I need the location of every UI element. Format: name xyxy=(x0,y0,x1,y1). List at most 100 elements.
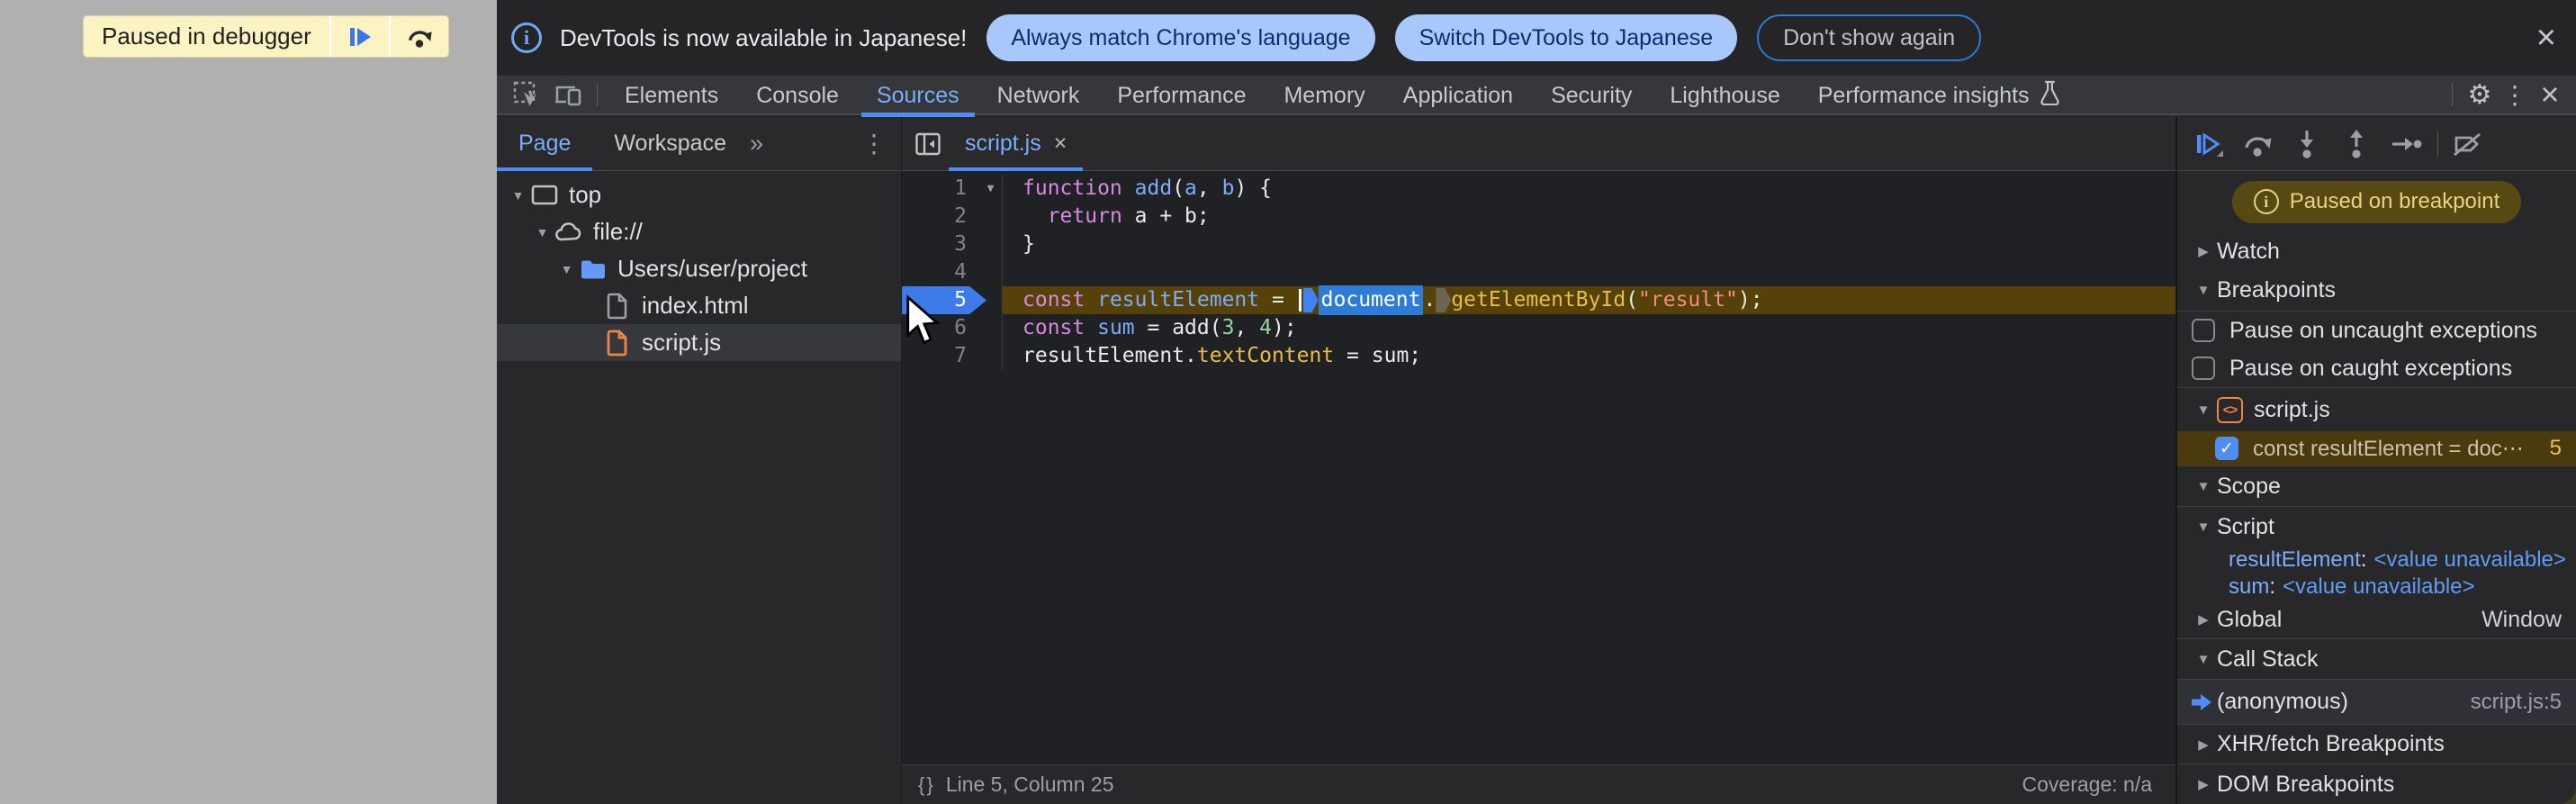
navigator-more-options-icon[interactable]: ⋮ xyxy=(861,129,887,158)
step-into-button[interactable] xyxy=(2289,126,2325,162)
deactivate-breakpoints-button[interactable] xyxy=(2449,126,2485,162)
code-line-7[interactable]: 7 resultElement. textContent = sum; xyxy=(902,342,2175,370)
checkbox-row-pause-on-uncaught-exceptions[interactable]: Pause on uncaught exceptions xyxy=(2177,312,2576,349)
xhr-breakpoints-section-header[interactable]: ▶ XHR/fetch Breakpoints xyxy=(2177,725,2576,764)
infobar-close-icon[interactable]: × xyxy=(2536,21,2556,55)
more-options-icon[interactable]: ⋮ xyxy=(2499,80,2531,110)
pretty-print-icon[interactable]: { } xyxy=(918,773,933,797)
gutter-line-number[interactable]: 2 xyxy=(902,203,979,230)
call-stack-section-header[interactable]: ▼ Call Stack xyxy=(2177,638,2576,680)
dont-show-again-button[interactable]: Don't show again xyxy=(1757,14,1982,61)
script-file-icon: <> xyxy=(2217,396,2243,423)
chevron-down-icon: ▼ xyxy=(2196,651,2211,667)
checkbox[interactable] xyxy=(2192,319,2215,342)
call-stack-frame[interactable]: (anonymous) script.js:5 xyxy=(2177,680,2576,725)
tab-sources[interactable]: Sources xyxy=(858,76,978,117)
tree-item-index-html[interactable]: index.html xyxy=(497,287,901,324)
code-text[interactable]: } xyxy=(1003,230,2175,258)
tab-label: Memory xyxy=(1283,82,1365,108)
match-chrome-language-button[interactable]: Always match Chrome's language xyxy=(986,14,1375,61)
code-line-3[interactable]: 3} xyxy=(902,230,2175,258)
close-devtools-icon[interactable]: × xyxy=(2531,76,2569,113)
tab-workspace[interactable]: Workspace xyxy=(592,117,748,170)
call-stack-label: Call Stack xyxy=(2217,646,2319,672)
step-over-button[interactable] xyxy=(2239,126,2275,162)
code-text[interactable] xyxy=(1003,258,2175,286)
breakpoint-checkbox[interactable]: ✓ xyxy=(2215,437,2238,460)
line-number[interactable]: 4 xyxy=(902,258,979,286)
code-text[interactable]: const sum = add(3, 4); xyxy=(1003,314,2175,342)
paused-in-debugger-banner: Paused in debugger xyxy=(83,15,449,58)
code-line-5[interactable]: 5 const resultElement = document. getEleme… xyxy=(902,285,2175,315)
line-number[interactable]: 3 xyxy=(902,230,979,258)
breakpoint-entry[interactable]: ✓ const resultElement = doc⋯ 5 xyxy=(2177,431,2576,465)
scope-tree: ▼ Script resultElement: <value unavailable>… xyxy=(2177,507,2576,638)
tab-performance[interactable]: Performance xyxy=(1098,76,1265,115)
gutter-line-number[interactable]: 4 xyxy=(902,258,979,286)
fold-arrow-icon[interactable]: ▼ xyxy=(979,175,1003,203)
watch-section-header[interactable]: ▶ Watch xyxy=(2177,232,2576,270)
tree-item-script-js[interactable]: script.js xyxy=(497,324,901,361)
more-tabs-icon[interactable]: » xyxy=(750,130,763,158)
tree-item-label: Users/user/project xyxy=(617,255,807,282)
tree-item-top[interactable]: ▼ top xyxy=(497,176,901,213)
scope-section-header[interactable]: ▼ Scope xyxy=(2177,465,2576,507)
toggle-device-toolbar-button[interactable] xyxy=(547,75,589,114)
hide-navigator-button[interactable] xyxy=(907,131,949,158)
code-line-6[interactable]: 6 const sum = add(3, 4); xyxy=(902,314,2175,342)
step-button[interactable] xyxy=(2388,126,2424,162)
code-text[interactable]: function add(a, b) { xyxy=(1003,175,2175,203)
code-editor[interactable]: 1 ▼ function add(a, b) {2 return a + b; 3} 4… xyxy=(902,171,2175,764)
tab-performance-insights[interactable]: Performance insights xyxy=(1799,76,2080,115)
tab-security[interactable]: Security xyxy=(1532,76,1651,115)
tab-network[interactable]: Network xyxy=(978,76,1099,115)
tree-item-file-[interactable]: ▼ file:// xyxy=(497,213,901,250)
checkbox-label: Pause on uncaught exceptions xyxy=(2229,317,2537,343)
tab-application[interactable]: Application xyxy=(1384,76,1532,115)
code-text[interactable]: return a + b; xyxy=(1003,203,2175,230)
chevron-right-icon: ▶ xyxy=(2198,244,2209,259)
token: , xyxy=(1196,176,1222,200)
step-over-button[interactable] xyxy=(388,16,448,57)
tab-elements[interactable]: Elements xyxy=(606,76,737,115)
gutter-line-number[interactable]: 3 xyxy=(902,230,979,258)
code-text[interactable]: resultElement. textContent = sum; xyxy=(1003,342,2175,370)
chevron-down-icon: ▼ xyxy=(2196,478,2211,494)
dom-breakpoints-section-header[interactable]: ▶ DOM Breakpoints xyxy=(2177,764,2576,804)
resume-button[interactable] xyxy=(2190,126,2226,162)
frame-icon xyxy=(530,181,559,210)
gutter-line-number[interactable]: 1 xyxy=(902,175,979,203)
editor-tab-scriptjs[interactable]: script.js × xyxy=(949,117,1084,171)
tab-label: Lighthouse xyxy=(1670,82,1780,108)
tab-page[interactable]: Page xyxy=(497,117,593,171)
inspect-element-button[interactable] xyxy=(506,75,547,114)
resume-script-button[interactable] xyxy=(329,16,389,57)
scope-variable-sum[interactable]: sum: <value unavailable> xyxy=(2177,574,2576,601)
scope-section-global[interactable]: ▶ Global Window xyxy=(2177,601,2576,638)
code-line-4[interactable]: 4 xyxy=(902,258,2175,286)
code-line-1[interactable]: 1 ▼ function add(a, b) { xyxy=(902,175,2175,203)
step-out-button[interactable] xyxy=(2338,126,2374,162)
close-tab-icon[interactable]: × xyxy=(1054,131,1067,157)
checkbox[interactable] xyxy=(2192,357,2215,380)
breakpoint-group-script-js[interactable]: ▼ <> script.js xyxy=(2177,388,2576,431)
switch-to-japanese-button[interactable]: Switch DevTools to Japanese xyxy=(1394,14,1738,61)
tab-console[interactable]: Console xyxy=(737,76,858,115)
settings-gear-icon[interactable]: ⚙ xyxy=(2461,79,2499,111)
checkbox-row-pause-on-caught-exceptions[interactable]: Pause on caught exceptions xyxy=(2177,349,2576,387)
code-line-2[interactable]: 2 return a + b; xyxy=(902,203,2175,230)
line-number[interactable]: 2 xyxy=(902,203,979,230)
frame-location: script.js:5 xyxy=(2470,689,2562,714)
code-text[interactable]: const resultElement = document. getElemen… xyxy=(1003,285,2175,315)
coverage-label: Coverage: n/a xyxy=(2022,772,2152,796)
tree-item-users-user-project[interactable]: ▼ Users/user/project xyxy=(497,250,901,287)
line-number[interactable]: 1 xyxy=(902,175,979,203)
scope-section-script[interactable]: ▼ Script xyxy=(2177,507,2576,547)
scope-variable-resultelement[interactable]: resultElement: <value unavailable> xyxy=(2177,547,2576,574)
breakpoints-section-header[interactable]: ▼ Breakpoints xyxy=(2177,270,2576,312)
token: ) xyxy=(1737,288,1751,312)
tab-lighthouse[interactable]: Lighthouse xyxy=(1651,76,1798,115)
tab-memory[interactable]: Memory xyxy=(1265,76,1383,115)
colon: : xyxy=(2269,574,2276,599)
